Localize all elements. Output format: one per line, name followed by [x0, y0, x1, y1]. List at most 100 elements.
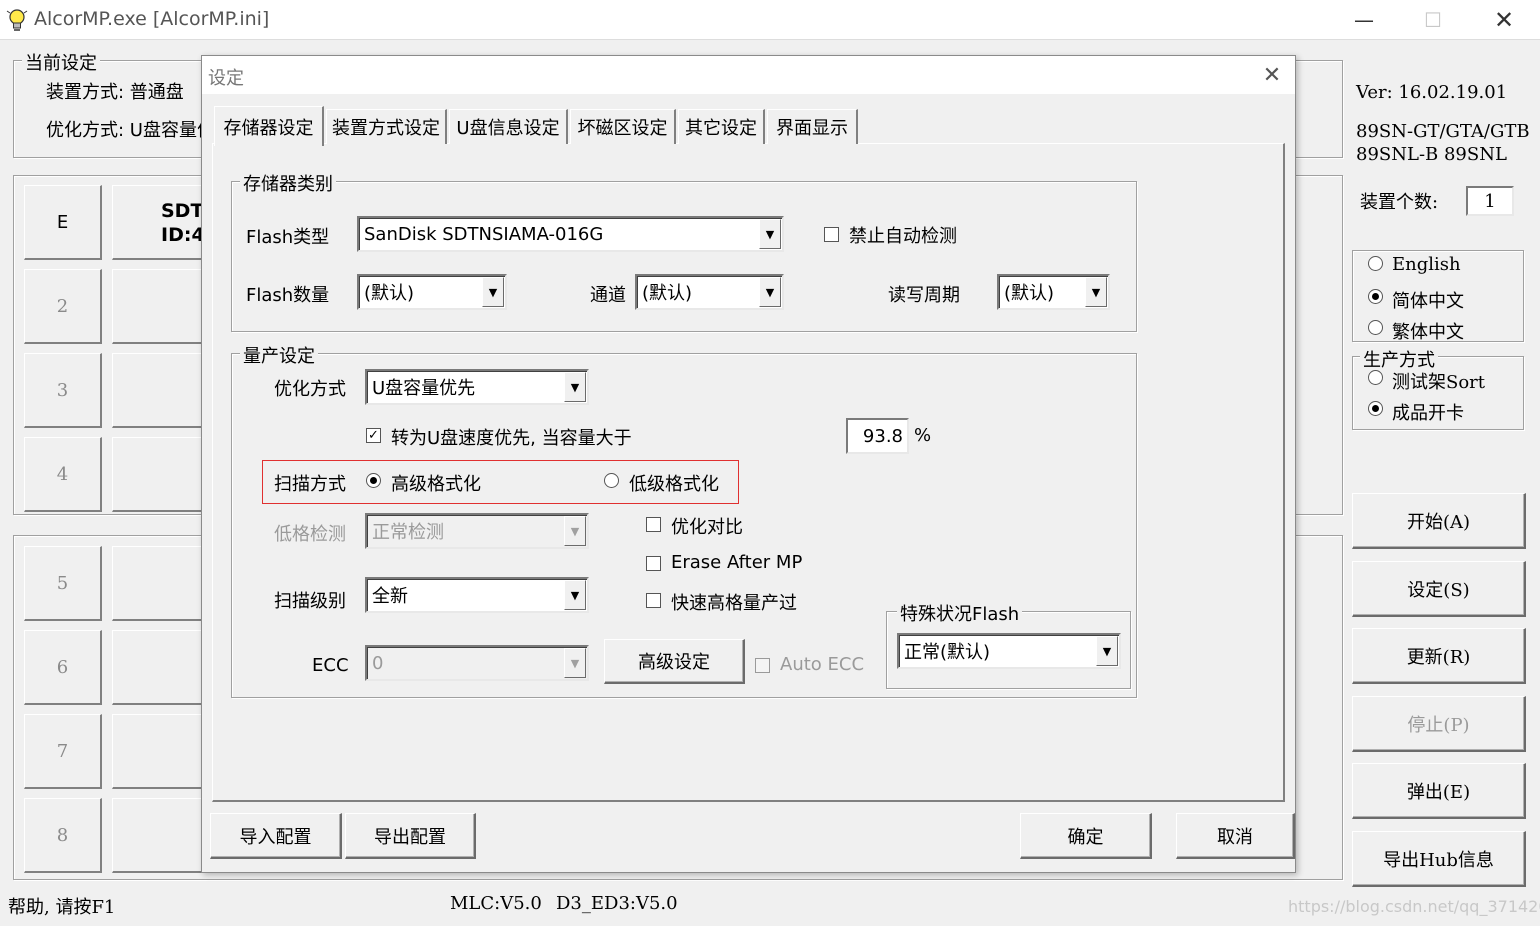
ecc-select[interactable]: 0 ▼ — [365, 645, 589, 681]
prod-card-label[interactable]: 成品开卡 — [1392, 399, 1464, 425]
status-d3: D3_ED3:V5.0 — [556, 893, 678, 914]
erase-after-checkbox[interactable] — [646, 556, 661, 571]
flash-count-value: (默认) — [364, 283, 415, 304]
update-button[interactable]: 更新(R) — [1352, 628, 1526, 684]
tab-ui-display[interactable]: 界面显示 — [767, 109, 858, 144]
prod-sort-label[interactable]: 测试架Sort — [1392, 368, 1485, 394]
scan-high-radio[interactable] — [366, 473, 381, 488]
ecc-value: 0 — [372, 652, 384, 674]
channel-select[interactable]: (默认) ▼ — [635, 274, 784, 310]
erase-after-label[interactable]: Erase After MP — [671, 552, 802, 573]
port-4-cell[interactable]: 4 — [24, 437, 102, 512]
port-2-info — [112, 269, 212, 344]
port-3-cell[interactable]: 3 — [24, 353, 102, 428]
port-7-cell[interactable]: 7 — [24, 714, 102, 789]
export-config-button[interactable]: 导出配置 — [345, 813, 476, 859]
port-6-cell[interactable]: 6 — [24, 630, 102, 705]
import-config-button[interactable]: 导入配置 — [210, 813, 342, 859]
tab-device-mode[interactable]: 装置方式设定 — [326, 109, 447, 144]
scan-level-select[interactable]: 全新 ▼ — [365, 577, 589, 613]
cancel-button[interactable]: 取消 — [1176, 813, 1295, 859]
lang-traditional-radio[interactable] — [1368, 320, 1383, 335]
settings-button[interactable]: 设定(S) — [1352, 561, 1526, 617]
speed-switch-value: 93.8 — [862, 425, 903, 447]
port-8-cell[interactable]: 8 — [24, 798, 102, 873]
close-icon[interactable]: ✕ — [1481, 0, 1527, 40]
eject-button[interactable]: 弹出(E) — [1352, 763, 1526, 819]
port-3-label: 3 — [56, 379, 69, 401]
chevron-down-icon[interactable]: ▼ — [564, 372, 586, 402]
flash-count-select[interactable]: (默认) ▼ — [357, 274, 507, 310]
port-2-label: 2 — [56, 295, 69, 317]
auto-ecc-checkbox[interactable] — [755, 658, 770, 673]
status-help: 帮助, 请按F1 — [8, 897, 116, 918]
chevron-down-icon[interactable]: ▼ — [564, 648, 586, 678]
ok-button[interactable]: 确定 — [1020, 813, 1152, 859]
flash-type-value: SanDisk SDTNSIAMA-016G — [364, 223, 604, 245]
tab-other[interactable]: 其它设定 — [678, 109, 765, 144]
storage-legend: 存储器类别 — [240, 170, 336, 196]
special-flash-select[interactable]: 正常(默认) ▼ — [897, 633, 1121, 669]
disable-autodetect-checkbox[interactable] — [824, 227, 839, 242]
lang-english-radio[interactable] — [1368, 256, 1383, 271]
tab-bad-sector[interactable]: 坏磁区设定 — [570, 109, 676, 144]
title-bar: AlcorMP.exe [AlcorMP.ini] — ☐ ✕ — [0, 0, 1540, 40]
advanced-settings-button[interactable]: 高级设定 — [604, 639, 745, 684]
scan-high-label[interactable]: 高级格式化 — [391, 470, 481, 496]
scan-low-radio[interactable] — [604, 473, 619, 488]
lang-simplified-radio[interactable] — [1368, 289, 1383, 304]
chevron-down-icon[interactable]: ▼ — [482, 277, 504, 307]
chevron-down-icon[interactable]: ▼ — [759, 277, 781, 307]
prod-card-radio[interactable] — [1368, 401, 1383, 416]
device-count-field[interactable]: 1 — [1466, 186, 1514, 216]
rw-cycle-select[interactable]: (默认) ▼ — [997, 274, 1110, 310]
port-8-info — [112, 798, 212, 873]
stop-button[interactable]: 停止(P) — [1352, 696, 1526, 752]
speed-switch-input[interactable]: 93.8 — [846, 418, 909, 454]
device-count-value: 1 — [1484, 190, 1496, 212]
port-e-cell[interactable]: E — [24, 185, 102, 260]
port-e-info[interactable]: SDTNSIAMA-016G ID:4 — [112, 185, 352, 260]
disable-autodetect-label[interactable]: 禁止自动检测 — [849, 222, 957, 248]
flash-count-label: Flash数量 — [246, 285, 330, 306]
opt-compare-checkbox[interactable] — [646, 517, 661, 532]
fast-high-label[interactable]: 快速高格量产过 — [671, 589, 797, 615]
port-6-info — [112, 630, 212, 705]
export-hub-button[interactable]: 导出Hub信息 — [1352, 831, 1526, 887]
minimize-icon[interactable]: — — [1341, 0, 1387, 40]
chevron-down-icon[interactable]: ▼ — [564, 580, 586, 610]
maximize-icon[interactable]: ☐ — [1410, 0, 1456, 40]
lang-english-label[interactable]: English — [1392, 254, 1461, 275]
speed-switch-label[interactable]: 转为U盘速度优先, 当容量大于 — [391, 424, 632, 450]
chevron-down-icon[interactable]: ▼ — [759, 219, 781, 249]
chevron-down-icon[interactable]: ▼ — [1085, 277, 1107, 307]
opt-compare-label[interactable]: 优化对比 — [671, 513, 743, 539]
tab-storage[interactable]: 存储器设定 — [214, 106, 324, 146]
port-7-label: 7 — [56, 740, 69, 762]
start-button[interactable]: 开始(A) — [1352, 493, 1526, 549]
dialog-close-icon[interactable]: ✕ — [1257, 60, 1287, 90]
tab-udisk-info[interactable]: U盘信息设定 — [449, 109, 568, 144]
opt-mode-select[interactable]: U盘容量优先 ▼ — [365, 369, 589, 405]
speed-switch-checkbox[interactable]: ✓ — [366, 428, 381, 443]
port-8-label: 8 — [56, 824, 69, 846]
speed-switch-unit: % — [914, 425, 932, 446]
device-count-label: 装置个数: — [1360, 192, 1439, 213]
port-5-cell[interactable]: 5 — [24, 546, 102, 621]
lang-simplified-label[interactable]: 简体中文 — [1392, 287, 1464, 313]
flash-type-select[interactable]: SanDisk SDTNSIAMA-016G ▼ — [357, 216, 784, 252]
port-3-info — [112, 353, 212, 428]
prod-sort-radio[interactable] — [1368, 370, 1383, 385]
auto-ecc-label[interactable]: Auto ECC — [780, 654, 864, 675]
port-2-cell[interactable]: 2 — [24, 269, 102, 344]
scan-low-label[interactable]: 低级格式化 — [629, 470, 719, 496]
fast-high-checkbox[interactable] — [646, 593, 661, 608]
chevron-down-icon[interactable]: ▼ — [1096, 636, 1118, 666]
chevron-down-icon[interactable]: ▼ — [564, 516, 586, 546]
opt-mode-value: U盘容量优先 — [372, 378, 476, 399]
dialog-title: 设定 — [208, 68, 244, 89]
chips-line2: 89SNL-B 89SNL — [1356, 144, 1507, 165]
lang-traditional-label[interactable]: 繁体中文 — [1392, 318, 1464, 344]
channel-value: (默认) — [642, 283, 693, 304]
low-check-select[interactable]: 正常检测 ▼ — [365, 513, 589, 549]
